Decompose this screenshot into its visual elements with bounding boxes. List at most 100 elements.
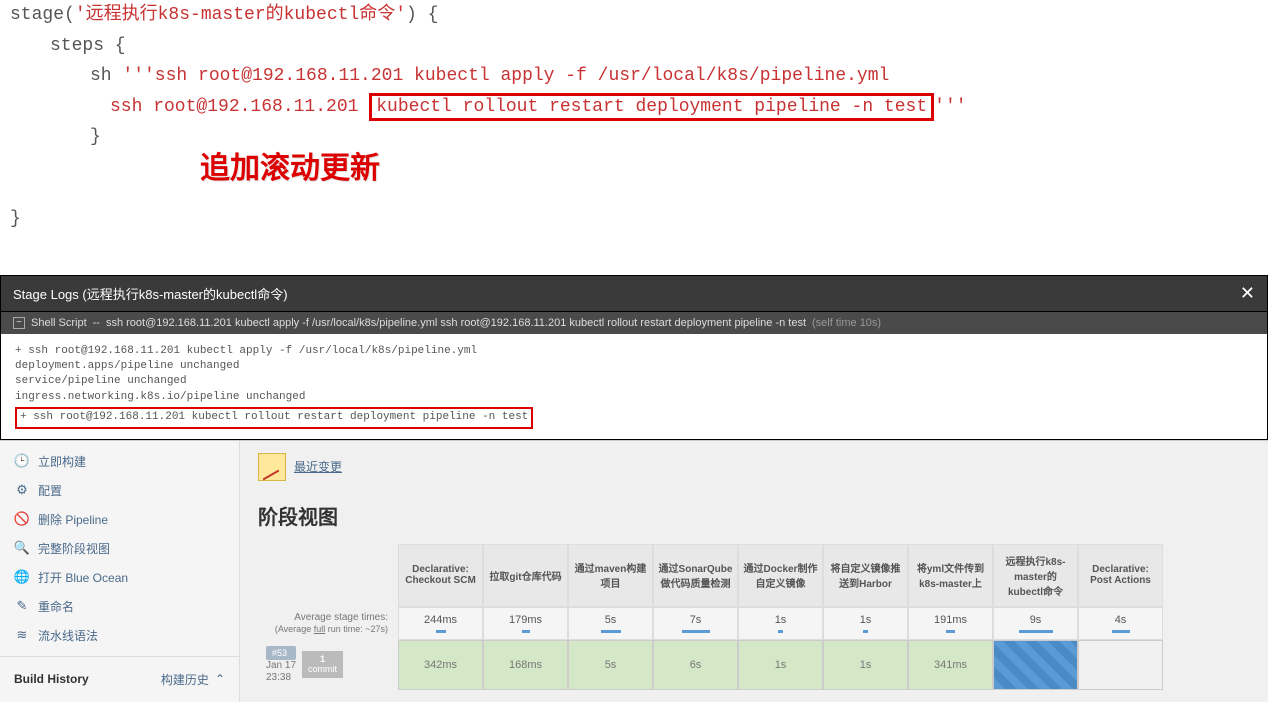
syntax-icon: ≋ [14, 627, 30, 643]
chevron-up-icon[interactable]: ⌃ [215, 672, 225, 686]
console-line: + ssh root@192.168.11.201 kubectl apply … [15, 344, 1253, 359]
avg-label: Average stage times: (Average full run t… [258, 611, 398, 636]
search-icon: 🔍 [14, 540, 30, 556]
stage-avg-cell[interactable]: 179ms [483, 607, 568, 640]
stage-header-row: Declarative: Checkout SCM拉取git仓库代码通过mave… [258, 544, 1250, 607]
console-line: deployment.apps/pipeline unchanged [15, 359, 1253, 374]
sidebar-item[interactable]: 🌐 打开 Blue Ocean [0, 563, 239, 592]
stage-avg-cell[interactable]: 7s [653, 607, 738, 640]
divider [0, 656, 239, 657]
stage-header-cell[interactable]: 将自定义镜像推送到Harbor [823, 544, 908, 607]
recent-changes[interactable]: 最近变更 [258, 453, 1250, 481]
sidebar-item-label: 重命名 [38, 598, 74, 615]
stage-build-row: #53 Jan 17 23:38 1 commit 342ms168ms5s6s… [258, 640, 1250, 690]
stage-table: Declarative: Checkout SCM拉取git仓库代码通过mave… [258, 544, 1250, 690]
stage-header-cell[interactable]: 通过maven构建项目 [568, 544, 653, 607]
stage-avg-row: Average stage times: (Average full run t… [258, 607, 1250, 640]
build-history-title: Build History [14, 672, 89, 686]
stage-logs-header: Stage Logs (远程执行k8s-master的kubectl命令) ✕ [0, 275, 1268, 312]
sidebar-item-label: 配置 [38, 482, 62, 499]
stage-avg-cell[interactable]: 9s [993, 607, 1078, 640]
stage-header-cell[interactable]: 通过SonarQube做代码质量检测 [653, 544, 738, 607]
progress-bar [946, 630, 955, 633]
code-line: steps { [10, 31, 1258, 62]
stage-header-cell[interactable]: 通过Docker制作自定义镜像 [738, 544, 823, 607]
code-line: stage('远程执行k8s-master的kubectl命令') { [10, 0, 1258, 31]
build-date: Jan 17 [266, 660, 296, 672]
build-info[interactable]: #53 Jan 17 23:38 1 commit [258, 640, 398, 690]
shell-command: ssh root@192.168.11.201 kubectl apply -f… [106, 317, 806, 329]
shell-script-bar[interactable]: − Shell Script -- ssh root@192.168.11.20… [0, 312, 1268, 334]
progress-bar [522, 630, 530, 633]
stage-build-cell[interactable] [1078, 640, 1163, 690]
rename-icon: ✎ [14, 598, 30, 614]
self-time: (self time 10s) [812, 317, 881, 329]
jenkins-panel: 🕒 立即构建 ⚙ 配置 🚫 删除 Pipeline 🔍 完整阶段视图 🌐 打开 Blue Ocea… [0, 440, 1268, 702]
sidebar-item[interactable]: 🔍 完整阶段视图 [0, 534, 239, 563]
annotation-text: 追加滚动更新 [200, 143, 1268, 194]
sidebar-item-label: 打开 Blue Ocean [38, 569, 128, 586]
stage-avg-cell[interactable]: 1s [823, 607, 908, 640]
build-time: 23:38 [266, 672, 296, 684]
progress-bar [682, 630, 710, 633]
stage-avg-cell[interactable]: 4s [1078, 607, 1163, 640]
clock-icon: 🕒 [14, 453, 30, 469]
progress-bar [1019, 630, 1053, 633]
stage-build-cell[interactable]: 168ms [483, 640, 568, 690]
sidebar-item[interactable]: 🕒 立即构建 [0, 447, 239, 476]
progress-bar [436, 630, 446, 633]
shell-label: Shell Script [31, 317, 87, 329]
build-badge: #53 [266, 646, 296, 660]
stage-header-cell[interactable]: 远程执行k8s-master的kubectl命令 [993, 544, 1078, 607]
collapse-icon[interactable]: − [13, 317, 25, 329]
stage-build-cell[interactable] [993, 640, 1078, 690]
stage-header-cell[interactable]: Declarative: Post Actions [1078, 544, 1163, 607]
sidebar-item-label: 流水线语法 [38, 627, 98, 644]
blueocean-icon: 🌐 [14, 569, 30, 585]
stage-header-cell[interactable]: Declarative: Checkout SCM [398, 544, 483, 607]
notepad-icon [258, 453, 286, 481]
sidebar-item[interactable]: ✎ 重命名 [0, 592, 239, 621]
sidebar-item[interactable]: ⚙ 配置 [0, 476, 239, 505]
gear-icon: ⚙ [14, 482, 30, 498]
close-icon[interactable]: ✕ [1240, 283, 1255, 304]
code-line: sh '''ssh root@192.168.11.201 kubectl ap… [10, 61, 1258, 92]
sidebar-item-label: 删除 Pipeline [38, 511, 108, 528]
stage-build-cell[interactable]: 1s [738, 640, 823, 690]
stage-avg-cell[interactable]: 244ms [398, 607, 483, 640]
console-output: + ssh root@192.168.11.201 kubectl apply … [0, 334, 1268, 440]
progress-bar [778, 630, 783, 633]
commit-box[interactable]: 1 commit [302, 651, 343, 679]
stage-header-cell[interactable]: 将yml文件传到k8s-master上 [908, 544, 993, 607]
highlighted-console-line: + ssh root@192.168.11.201 kubectl rollou… [15, 407, 533, 428]
sidebar-item-label: 立即构建 [38, 453, 86, 470]
code-line: } [10, 204, 1258, 235]
progress-bar [1112, 630, 1130, 633]
stage-view-title: 阶段视图 [258, 501, 1250, 530]
recent-changes-link[interactable]: 最近变更 [294, 458, 342, 475]
sidebar-item[interactable]: 🚫 删除 Pipeline [0, 505, 239, 534]
stage-build-cell[interactable]: 341ms [908, 640, 993, 690]
console-line: service/pipeline unchanged [15, 374, 1253, 389]
stage-avg-cell[interactable]: 191ms [908, 607, 993, 640]
stage-avg-cell[interactable]: 5s [568, 607, 653, 640]
progress-bar [863, 630, 868, 633]
main-content: 最近变更 阶段视图 Declarative: Checkout SCM拉取git… [240, 441, 1268, 702]
stage-avg-cell[interactable]: 1s [738, 607, 823, 640]
code-block: stage('远程执行k8s-master的kubectl命令') { step… [0, 0, 1268, 235]
delete-icon: 🚫 [14, 511, 30, 527]
code-line: ssh root@192.168.11.201 kubectl rollout … [10, 92, 1258, 123]
stage-build-cell[interactable]: 5s [568, 640, 653, 690]
stage-header-cell[interactable]: 拉取git仓库代码 [483, 544, 568, 607]
stage-logs-title: Stage Logs (远程执行k8s-master的kubectl命令) [13, 284, 288, 303]
stage-build-cell[interactable]: 6s [653, 640, 738, 690]
stage-build-cell[interactable]: 342ms [398, 640, 483, 690]
build-history-label: 构建历史 [161, 671, 209, 688]
sidebar-item-label: 完整阶段视图 [38, 540, 110, 557]
progress-bar [601, 630, 621, 633]
stage-build-cell[interactable]: 1s [823, 640, 908, 690]
console-line: ingress.networking.k8s.io/pipeline uncha… [15, 390, 1253, 405]
sidebar-item[interactable]: ≋ 流水线语法 [0, 621, 239, 650]
sidebar: 🕒 立即构建 ⚙ 配置 🚫 删除 Pipeline 🔍 完整阶段视图 🌐 打开 Blue Ocea… [0, 441, 240, 702]
build-history-header[interactable]: Build History 构建历史 ⌃ [0, 663, 239, 696]
